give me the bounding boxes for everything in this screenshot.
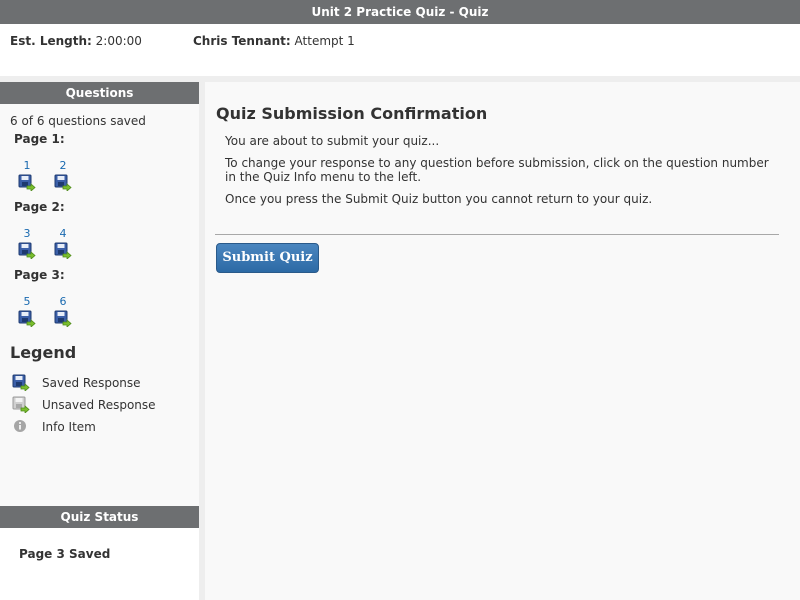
question-link-3[interactable]: 3 [17, 227, 37, 259]
legend-label: Saved Response [42, 375, 141, 390]
confirmation-message: You are about to submit your quiz... [225, 134, 440, 148]
question-link-5[interactable]: 5 [17, 295, 37, 327]
quiz-status-panel: Page 3 Saved [0, 528, 199, 600]
question-link-4[interactable]: 4 [53, 227, 73, 259]
question-number: 6 [59, 295, 67, 308]
submit-quiz-button[interactable]: Submit Quiz [216, 243, 319, 273]
unsaved-response-icon [12, 396, 30, 413]
saved-response-icon [18, 242, 36, 259]
quiz-status-header: Quiz Status [0, 506, 199, 528]
saved-response-icon [54, 242, 72, 259]
question-link-2[interactable]: 2 [53, 159, 73, 191]
user-name: Chris Tennant: [193, 34, 291, 48]
legend-label: Unsaved Response [42, 397, 156, 412]
est-length: Est. Length: 2:00:00 [10, 34, 142, 48]
saved-response-icon [12, 374, 30, 391]
question-number: 4 [59, 227, 67, 240]
saved-response-icon [54, 310, 72, 327]
question-number: 5 [23, 295, 31, 308]
legend-label: Info Item [42, 419, 96, 434]
attempt-value: Attempt 1 [294, 34, 355, 48]
est-length-value: 2:00:00 [95, 34, 142, 48]
info-icon [14, 420, 26, 432]
main-content: Quiz Submission Confirmation You are abo… [205, 82, 800, 600]
saved-response-icon [54, 174, 72, 191]
page-title: Quiz Submission Confirmation [216, 104, 488, 123]
legend-title: Legend [10, 343, 77, 362]
page-label-2: Page 2: [14, 200, 65, 214]
attempt-info: Chris Tennant: Attempt 1 [193, 34, 355, 48]
saved-response-icon [18, 174, 36, 191]
change-response-message: To change your response to any question … [225, 156, 769, 184]
questions-header: Questions [0, 82, 199, 104]
legend-item-unsaved: Unsaved Response [12, 396, 156, 413]
sidebar: Questions 6 of 6 questions saved Page 1:… [0, 82, 199, 600]
page-label-1: Page 1: [14, 132, 65, 146]
warning-message: Once you press the Submit Quiz button yo… [225, 192, 653, 206]
saved-count: 6 of 6 questions saved [10, 114, 146, 128]
question-number: 3 [23, 227, 31, 240]
est-length-label: Est. Length: [10, 34, 92, 48]
quiz-status-text: Page 3 Saved [19, 547, 111, 561]
legend-item-saved: Saved Response [12, 374, 141, 391]
saved-response-icon [18, 310, 36, 327]
question-link-1[interactable]: 1 [17, 159, 37, 191]
window-title: Unit 2 Practice Quiz - Quiz [0, 0, 800, 24]
question-link-6[interactable]: 6 [53, 295, 73, 327]
legend-item-info: Info Item [12, 418, 96, 435]
quiz-info-bar: Est. Length: 2:00:00 Chris Tennant: Atte… [0, 24, 800, 76]
question-number: 1 [23, 159, 31, 172]
question-number: 2 [59, 159, 67, 172]
divider [215, 234, 779, 235]
page-label-3: Page 3: [14, 268, 65, 282]
